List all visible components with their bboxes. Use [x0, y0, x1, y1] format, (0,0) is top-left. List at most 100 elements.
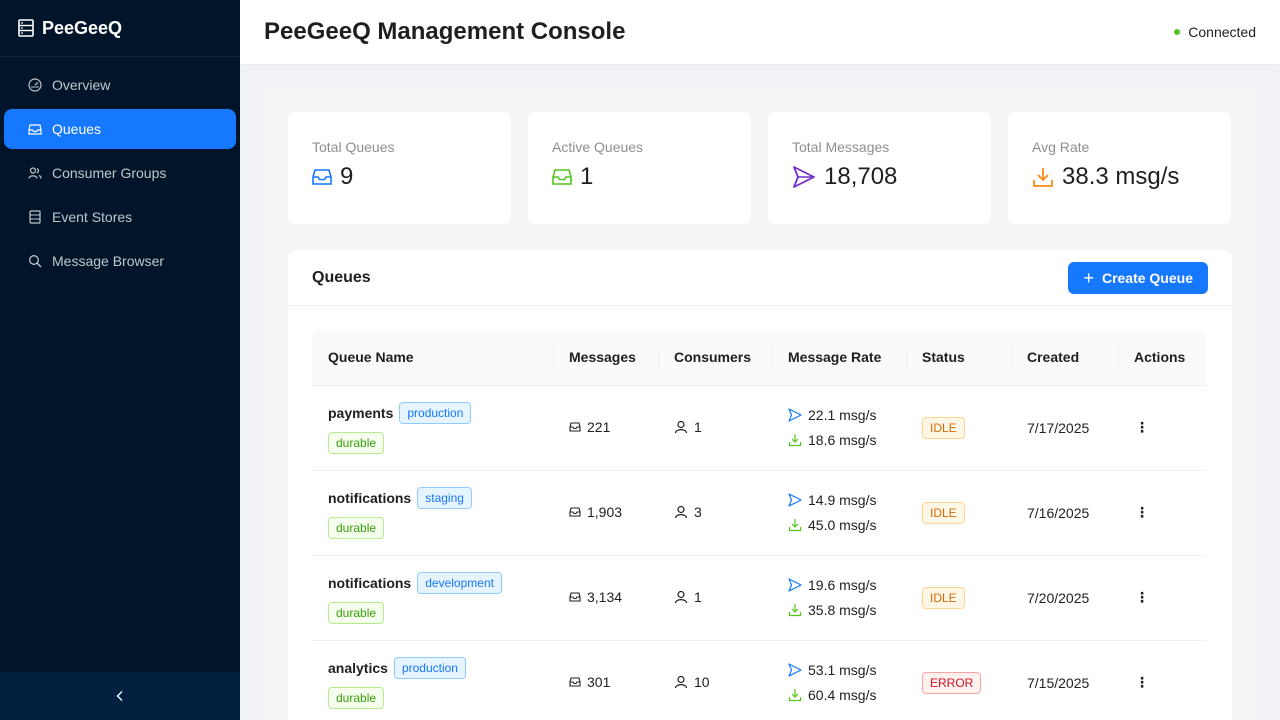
table-row[interactable]: payments production durable 221 1 22.1 ms… — [312, 385, 1206, 471]
messages-cell: 1,903 — [553, 470, 658, 556]
database-icon — [18, 19, 34, 37]
send-icon — [788, 493, 802, 507]
queue-name[interactable]: payments — [328, 405, 393, 421]
table-row[interactable]: analytics production durable 301 10 53.1 … — [312, 640, 1206, 720]
column-header-consumers[interactable]: Consumers — [658, 330, 772, 386]
sidebar-item-label: Overview — [52, 77, 111, 93]
sidebar-collapse-button[interactable] — [0, 672, 240, 720]
consumers-cell: 3 — [658, 470, 772, 556]
queue-name-cell: analytics production durable — [312, 640, 553, 720]
stat-title: Active Queues — [552, 139, 644, 155]
more-actions-icon[interactable]: ⋮ — [1134, 419, 1150, 436]
user-icon — [674, 675, 688, 688]
status-cell: IDLE — [906, 470, 1011, 556]
consumer-count: 3 — [694, 503, 702, 520]
more-actions-icon[interactable]: ⋮ — [1134, 674, 1150, 691]
message-count: 1,903 — [587, 504, 623, 520]
stat-value: 18,708 — [792, 163, 967, 191]
queue-name-cell: notifications development durable — [312, 555, 553, 641]
queues-card: Queues + Create Queue Queue Name Message… — [288, 250, 1232, 720]
plus-icon: + — [1083, 267, 1094, 288]
queue-name-cell: notifications staging durable — [312, 470, 553, 556]
environment-tag: staging — [417, 486, 472, 509]
rate-out: 35.8 msg/s — [808, 602, 877, 618]
column-header-created[interactable]: Created — [1011, 330, 1118, 386]
status-cell: IDLE — [906, 385, 1011, 471]
send-icon — [788, 578, 802, 592]
queue-name[interactable]: notifications — [328, 575, 411, 591]
sidebar-item-overview[interactable]: Overview — [4, 65, 236, 105]
queue-name-cell: payments production durable — [312, 385, 553, 471]
download-icon — [788, 519, 802, 532]
queue-name[interactable]: analytics — [328, 660, 388, 676]
inbox-icon — [569, 677, 581, 687]
main-content: Total Queues 9 Active Queues 1 Total Mes… — [264, 88, 1256, 720]
queues-table: Queue Name Messages Consumers Message Ra… — [312, 330, 1206, 720]
brand-name: PeeGeeQ — [42, 17, 123, 38]
stat-number: 38.3 msg/s — [1062, 163, 1180, 190]
rate-in: 22.1 msg/s — [808, 407, 877, 423]
stat-card-total-messages: Total Messages 18,708 — [768, 112, 991, 224]
stats-row: Total Queues 9 Active Queues 1 Total Mes… — [288, 112, 1231, 224]
rate-in: 53.1 msg/s — [808, 662, 877, 678]
actions-cell: ⋮ — [1118, 555, 1206, 641]
column-header-message-rate[interactable]: Message Rate — [772, 330, 906, 386]
search-icon — [28, 254, 42, 268]
column-header-actions: Actions — [1118, 330, 1206, 386]
status-badge: IDLE — [922, 501, 965, 524]
stat-number: 18,708 — [824, 163, 898, 190]
consumers-cell: 1 — [658, 385, 772, 471]
column-header-queue-name[interactable]: Queue Name — [312, 330, 553, 386]
actions-cell: ⋮ — [1118, 470, 1206, 556]
download-icon — [788, 434, 802, 447]
sidebar-item-consumer-groups[interactable]: Consumer Groups — [4, 153, 236, 193]
stat-number: 9 — [340, 163, 354, 190]
rate-in: 19.6 msg/s — [808, 577, 877, 593]
database-icon — [28, 210, 42, 224]
rate-out: 45.0 msg/s — [808, 517, 877, 533]
environment-tag: production — [399, 401, 472, 424]
user-icon — [674, 590, 688, 603]
sidebar-item-queues[interactable]: Queues — [4, 109, 236, 149]
status-cell: ERROR — [906, 640, 1011, 720]
inbox-icon — [312, 169, 332, 185]
column-header-messages[interactable]: Messages — [553, 330, 658, 386]
stat-value: 1 — [552, 163, 727, 191]
status-badge: ERROR — [922, 671, 982, 694]
table-row[interactable]: notifications development durable 3,134 1… — [312, 555, 1206, 641]
more-actions-icon[interactable]: ⋮ — [1134, 504, 1150, 521]
create-queue-button[interactable]: + Create Queue — [1068, 261, 1208, 294]
environment-tag: development — [417, 571, 502, 594]
stat-card-avg-rate: Avg Rate 38.3 msg/s — [1008, 112, 1231, 224]
sidebar-item-label: Event Stores — [52, 209, 133, 225]
connection-status: Connected — [1174, 24, 1256, 40]
rate-cell: 22.1 msg/s 18.6 msg/s — [772, 385, 906, 471]
send-icon — [793, 166, 815, 188]
inbox-icon — [552, 169, 572, 185]
more-actions-icon[interactable]: ⋮ — [1134, 589, 1150, 606]
created-cell: 7/20/2025 — [1011, 555, 1118, 641]
button-label: Create Queue — [1101, 269, 1193, 286]
stat-title: Avg Rate — [1032, 139, 1090, 155]
inbox-icon — [569, 422, 581, 432]
page-title: PeeGeeQ Management Console — [264, 18, 626, 45]
column-header-status[interactable]: Status — [906, 330, 1011, 386]
rate-cell: 19.6 msg/s 35.8 msg/s — [772, 555, 906, 641]
status-badge: IDLE — [922, 416, 965, 439]
status-text: Connected — [1188, 24, 1256, 40]
download-icon — [788, 689, 802, 702]
created-cell: 7/15/2025 — [1011, 640, 1118, 720]
message-count: 221 — [587, 419, 611, 435]
card-header: Queues + Create Queue — [288, 250, 1232, 306]
table-row[interactable]: notifications staging durable 1,903 3 14.… — [312, 470, 1206, 556]
durable-tag: durable — [328, 431, 385, 454]
sidebar-item-event-stores[interactable]: Event Stores — [4, 197, 236, 237]
actions-cell: ⋮ — [1118, 385, 1206, 471]
queue-name[interactable]: notifications — [328, 490, 411, 506]
stat-number: 1 — [580, 163, 594, 190]
actions-cell: ⋮ — [1118, 640, 1206, 720]
status-dot — [1174, 29, 1181, 35]
created-cell: 7/17/2025 — [1011, 385, 1118, 471]
brand[interactable]: PeeGeeQ — [0, 0, 240, 57]
sidebar-item-message-browser[interactable]: Message Browser — [4, 241, 236, 281]
